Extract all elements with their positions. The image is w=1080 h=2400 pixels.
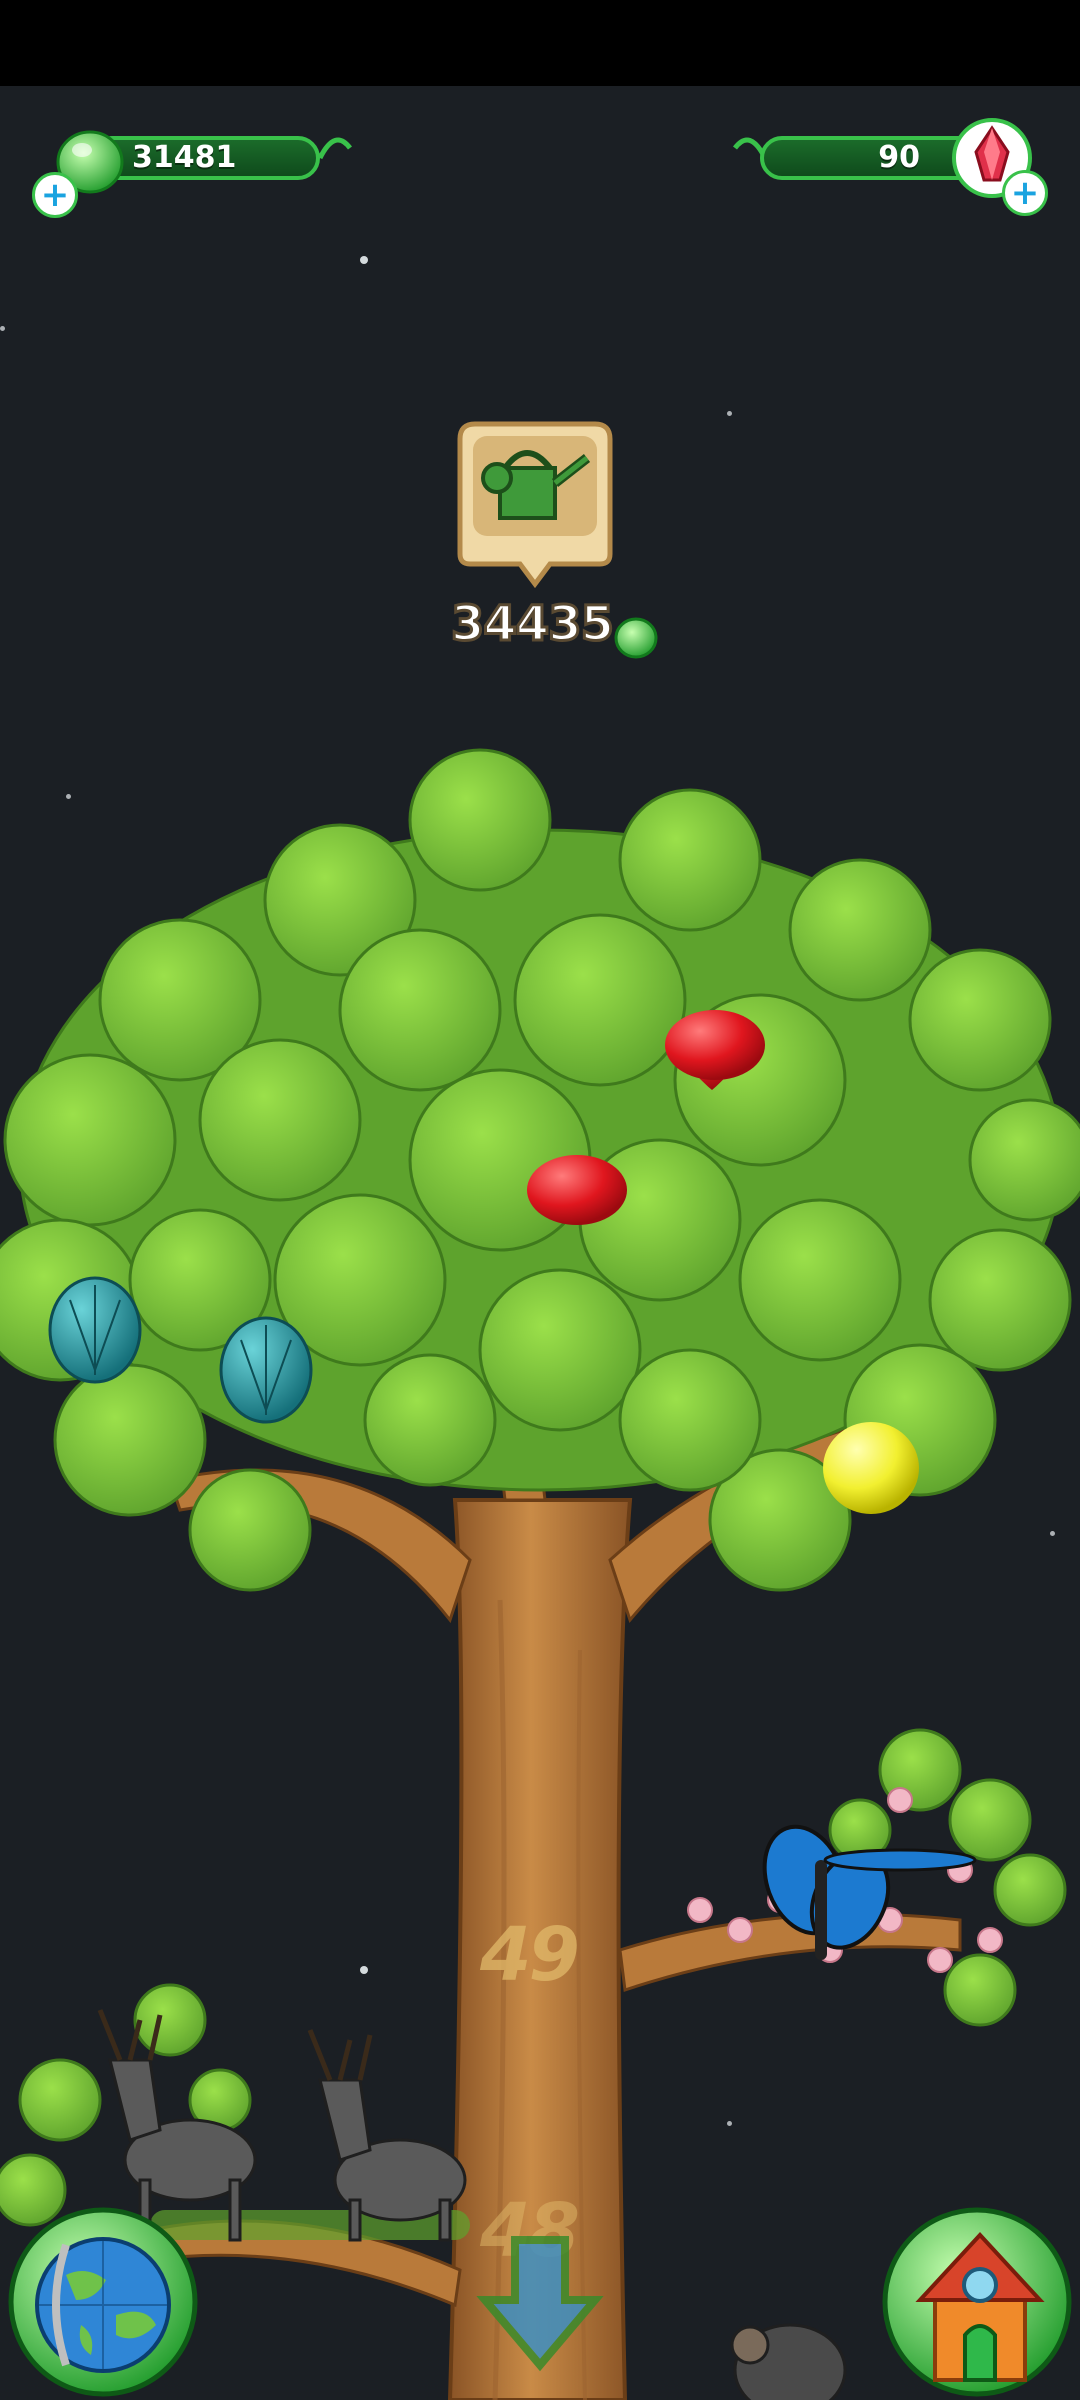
game-screen: 49 48 31481 + 90 + 34435 xyxy=(0,0,1080,2400)
watering-can-icon xyxy=(481,450,591,520)
level-marker: 49 xyxy=(480,1912,580,1998)
down-arrow-icon xyxy=(476,2236,604,2372)
add-gem-button[interactable]: + xyxy=(1002,170,1048,216)
upgrade-price-value: 34435 xyxy=(450,595,616,654)
teal-pinecone-fruit[interactable] xyxy=(219,1316,313,1424)
reindeer[interactable] xyxy=(307,2029,467,2242)
house-icon xyxy=(882,2207,1072,2397)
scroll-down-button[interactable] xyxy=(470,2230,610,2380)
gum-currency-value: 31481 xyxy=(132,140,237,175)
tree-illustration xyxy=(0,748,1080,2400)
add-gum-button[interactable]: + xyxy=(32,172,78,218)
yellow-lemon-fruit[interactable] xyxy=(823,1422,919,1514)
upgrade-price-tag[interactable]: 34435 xyxy=(450,421,675,690)
globe-button[interactable] xyxy=(6,2205,201,2400)
gem-currency-bar: 90 + xyxy=(730,118,1050,216)
globe-icon xyxy=(8,2207,198,2397)
gem-currency-value: 90 xyxy=(878,140,920,175)
red-heart-fruit[interactable] xyxy=(527,1155,627,1225)
gum-currency-bar: 31481 + xyxy=(30,128,352,218)
ram-animal[interactable] xyxy=(730,2323,847,2400)
teal-pinecone-fruit[interactable] xyxy=(48,1276,142,1384)
home-button[interactable] xyxy=(880,2205,1075,2400)
vine-curl-icon xyxy=(317,137,352,160)
green-gumdrop-icon xyxy=(614,617,658,659)
